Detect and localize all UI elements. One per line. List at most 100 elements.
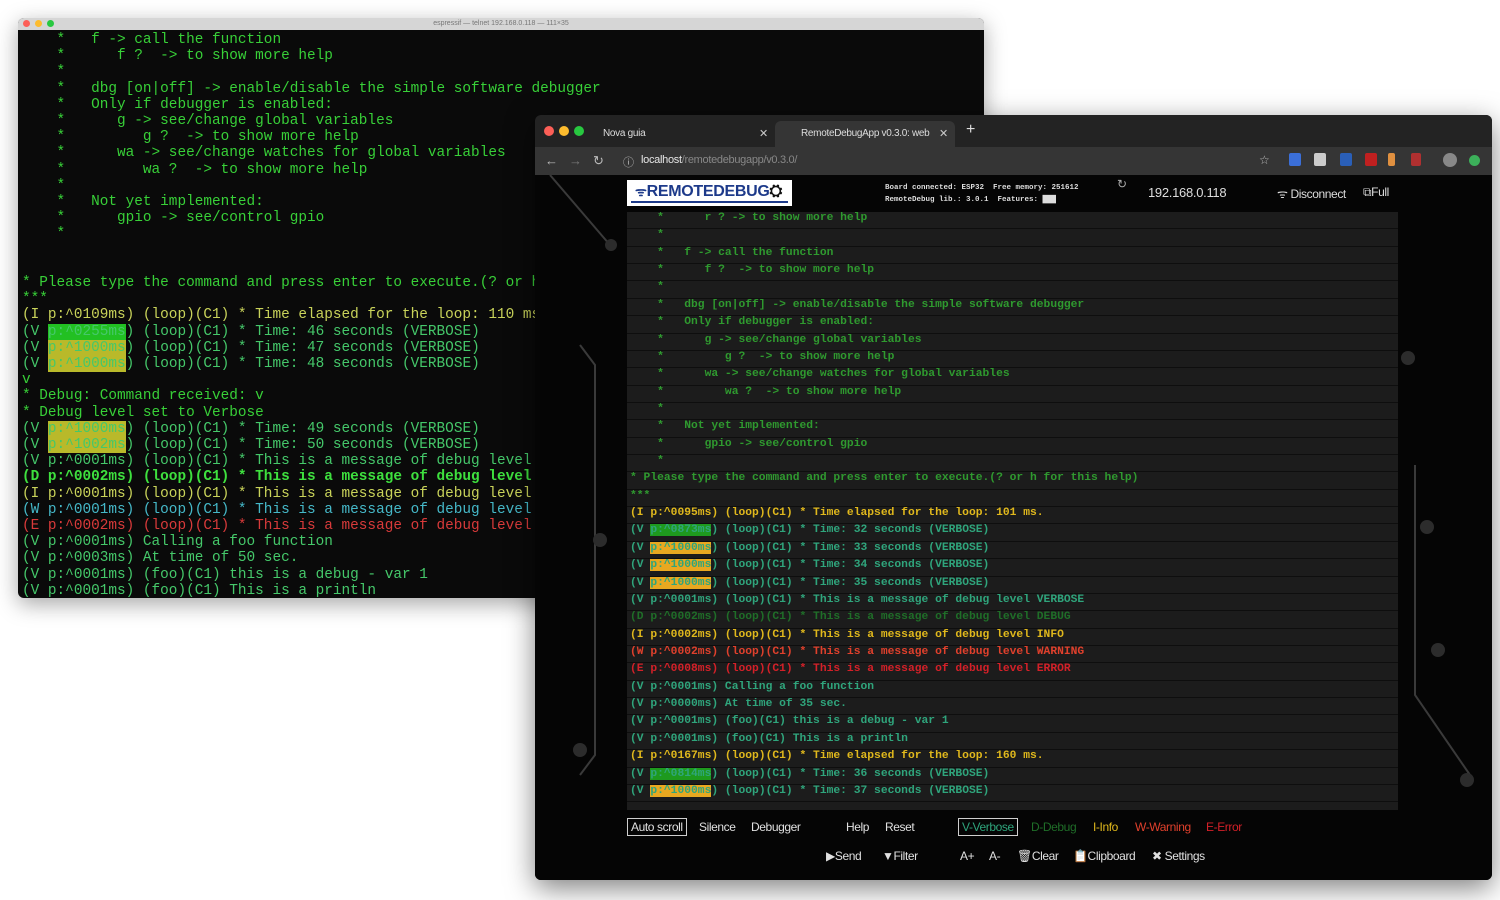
level-debug-button[interactable]: D-Debug <box>1031 820 1076 834</box>
circuit-node <box>593 533 607 547</box>
mail-extension-icon[interactable] <box>1314 153 1326 166</box>
reset-button[interactable]: Reset <box>885 820 914 834</box>
timing-highlight: p:^1000ms <box>650 577 711 589</box>
log-line: * Not yet implemented: <box>22 194 264 210</box>
log-text: (V <box>630 785 650 797</box>
log-text: (D p:^0002ms) (loop)(C1) * This is a mes… <box>22 469 532 485</box>
log-line: (V p:^1002ms) (loop)(C1) * Time: 50 seco… <box>22 437 480 453</box>
log-text: (V p:^0001ms) (foo)(C1) this is a debug … <box>630 715 949 727</box>
log-text: * f -> call the function <box>630 247 833 259</box>
extension-icon[interactable] <box>1469 155 1480 166</box>
log-text: (E p:^0008ms) (loop)(C1) * This is a mes… <box>630 663 1071 675</box>
tab-remotedebugapp[interactable]: RemoteDebugApp v0.3.0: web ✕ <box>775 121 955 147</box>
log-text: * f ? -> to show more help <box>22 48 333 64</box>
reload-icon[interactable]: ↻ <box>593 153 604 169</box>
log-text: * <box>630 455 664 467</box>
log-line: (V p:^0000ms) At time of 35 sec. <box>627 698 1398 715</box>
url-path: /remotedebugapp/v0.3.0/ <box>682 154 797 166</box>
log-line: * dbg [on|off] -> enable/disable the sim… <box>22 81 601 97</box>
level-info-button[interactable]: I-Info <box>1093 820 1118 834</box>
url-input[interactable]: localhost/remotedebugapp/v0.3.0/ <box>641 154 797 166</box>
log-text: * Only if debugger is enabled: <box>22 97 333 113</box>
log-line: (D p:^0002ms) (loop)(C1) * This is a mes… <box>22 469 532 485</box>
log-text: *** <box>630 490 650 502</box>
clipboard-button[interactable]: 📋Clipboard <box>1073 849 1135 863</box>
refresh-icon[interactable]: ↻ <box>1117 177 1127 191</box>
circuit-line <box>580 345 595 775</box>
fullscreen-button[interactable]: ⧉Full <box>1363 185 1389 200</box>
log-line: *** <box>22 291 48 307</box>
log-text: * <box>630 403 664 415</box>
log-text: (V <box>630 542 650 554</box>
extension-icon[interactable] <box>1340 153 1352 166</box>
auto-scroll-button[interactable]: Auto scroll <box>627 818 687 836</box>
log-line: (D p:^0002ms) (loop)(C1) * This is a mes… <box>627 611 1398 628</box>
trash-icon: 🗑 <box>1017 849 1032 863</box>
log-line: * f -> call the function <box>22 32 281 48</box>
profile-avatar[interactable] <box>1443 153 1457 167</box>
log-text: ) (loop)(C1) * Time: 33 seconds (VERBOSE… <box>711 542 989 554</box>
disconnect-button[interactable]: ᯤ Disconnect <box>1277 185 1346 202</box>
log-line: (I p:^0109ms) (loop)(C1) * Time elapsed … <box>22 307 540 323</box>
tab-nova-guia[interactable]: Nova guia ✕ <box>595 121 771 147</box>
close-icon[interactable] <box>544 126 554 136</box>
log-text: *** <box>22 291 48 307</box>
send-button[interactable]: ▶Send <box>826 849 861 863</box>
timing-highlight: p:^1000ms <box>650 542 711 554</box>
font-decrease-button[interactable]: A- <box>989 849 1000 863</box>
log-line: (V p:^1000ms) (loop)(C1) * Time: 49 seco… <box>22 421 480 437</box>
level-verbose-button[interactable]: V-Verbose <box>958 818 1018 836</box>
extension-icon[interactable] <box>1411 153 1421 166</box>
log-text: (W p:^0001ms) (loop)(C1) * This is a mes… <box>22 502 532 518</box>
tab-close-icon[interactable]: ✕ <box>759 121 768 147</box>
help-button[interactable]: Help <box>846 820 869 834</box>
silence-button[interactable]: Silence <box>699 820 736 834</box>
log-text: * dbg [on|off] -> enable/disable the sim… <box>22 81 601 97</box>
log-text: * Debug level set to Verbose <box>22 405 264 421</box>
circuit-node <box>1460 773 1474 787</box>
level-warning-button[interactable]: W-Warning <box>1135 820 1191 834</box>
timing-highlight: p:^1000ms <box>48 421 126 437</box>
bookmark-star-icon[interactable]: ☆ <box>1259 153 1270 167</box>
log-line: * r ? -> to show more help <box>627 212 1398 229</box>
log-text: ) (loop)(C1) * Time: 35 seconds (VERBOSE… <box>711 577 989 589</box>
new-tab-button[interactable]: + <box>966 121 975 139</box>
log-text: * <box>22 226 65 242</box>
log-line: (V p:^0001ms) (loop)(C1) * This is a mes… <box>22 453 532 469</box>
clear-button[interactable]: 🗑Clear <box>1017 849 1059 863</box>
level-error-button[interactable]: E-Error <box>1206 820 1242 834</box>
settings-button[interactable]: ✖ Settings <box>1152 849 1205 863</box>
log-text: (V p:^0001ms) (foo)(C1) This is a printl… <box>630 733 908 745</box>
timing-highlight: p:^1002ms <box>48 437 126 453</box>
debug-log[interactable]: * r ? -> to show more help * * f -> call… <box>627 212 1398 810</box>
log-text: * Not yet implemented: <box>22 194 264 210</box>
log-line: * <box>22 64 65 80</box>
log-text: (V p:^0001ms) (foo)(C1) This is a printl… <box>22 583 376 598</box>
extension-icon[interactable] <box>1365 153 1377 166</box>
log-line: * dbg [on|off] -> enable/disable the sim… <box>627 299 1398 316</box>
log-text: * gpio -> see/control gpio <box>22 210 324 226</box>
minimize-icon[interactable] <box>559 126 569 136</box>
maximize-icon[interactable] <box>574 126 584 136</box>
filter-button[interactable]: ▼Filter <box>882 849 918 863</box>
log-line: * Debug: Command received: v <box>22 388 264 404</box>
log-line: (I p:^0002ms) (loop)(C1) * This is a mes… <box>627 629 1398 646</box>
log-text: (I p:^0109ms) (loop)(C1) * Time elapsed … <box>22 307 540 323</box>
remotedebug-logo: ᯤREMOTEDEBUG⛭ <box>627 180 792 206</box>
timing-highlight: p:^1000ms <box>48 356 126 372</box>
tab-label: Nova guia <box>603 128 645 139</box>
font-increase-button[interactable]: A+ <box>960 849 974 863</box>
timing-highlight: p:^1000ms <box>48 340 126 356</box>
forward-icon[interactable]: → <box>569 153 582 168</box>
log-text: * Please type the command and press ente… <box>630 472 1138 484</box>
debugger-button[interactable]: Debugger <box>751 820 801 834</box>
log-line: * gpio -> see/control gpio <box>22 210 324 226</box>
tab-close-icon[interactable]: ✕ <box>939 121 948 147</box>
back-icon[interactable]: ← <box>545 153 558 168</box>
extension-icon[interactable] <box>1388 153 1395 166</box>
circuit-node <box>1431 643 1445 657</box>
circuit-node <box>1401 351 1415 365</box>
log-text: * r ? -> to show more help <box>630 212 867 224</box>
timing-highlight: p:^1000ms <box>650 785 711 797</box>
translate-extension-icon[interactable] <box>1289 153 1301 166</box>
